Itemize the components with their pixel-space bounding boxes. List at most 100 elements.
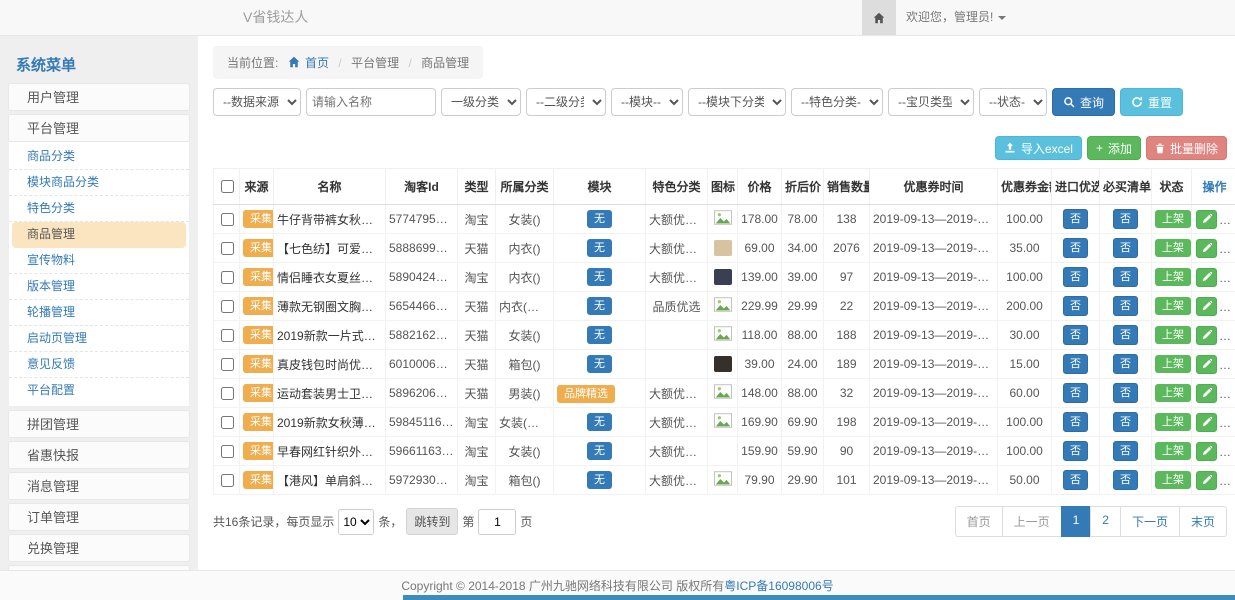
add-button[interactable]: + 添加 bbox=[1087, 136, 1141, 160]
module-badge: 无 bbox=[587, 471, 612, 489]
status-badge[interactable]: 上架 bbox=[1155, 413, 1191, 431]
jump-button[interactable]: 跳转到 bbox=[406, 508, 458, 535]
sidebar-item[interactable]: 模块商品分类 bbox=[9, 170, 189, 196]
row-checkbox[interactable] bbox=[221, 329, 234, 342]
import-select-toggle[interactable]: 否 bbox=[1063, 412, 1088, 432]
sidebar-section[interactable]: 消息管理 bbox=[8, 472, 190, 500]
sidebar-item[interactable]: 特色分类 bbox=[9, 196, 189, 222]
row-checkbox[interactable] bbox=[221, 474, 234, 487]
import-select-toggle[interactable]: 否 bbox=[1063, 209, 1088, 229]
page-button[interactable]: 1 bbox=[1061, 506, 1092, 537]
edit-button[interactable] bbox=[1196, 384, 1217, 403]
must-buy-toggle[interactable]: 否 bbox=[1113, 383, 1138, 403]
must-buy-toggle[interactable]: 否 bbox=[1113, 470, 1138, 490]
status-badge[interactable]: 上架 bbox=[1155, 239, 1191, 257]
row-checkbox[interactable] bbox=[221, 271, 234, 284]
status-badge[interactable]: 上架 bbox=[1155, 442, 1191, 460]
pencil-icon bbox=[1202, 388, 1212, 398]
icp-link[interactable]: 粤ICP备16098006号 bbox=[724, 577, 833, 594]
filter-select[interactable]: --模块-- bbox=[611, 88, 683, 116]
page-button[interactable]: 下一页 bbox=[1120, 506, 1180, 537]
filter-select[interactable]: --二级分类-- bbox=[526, 88, 606, 116]
select-all-checkbox[interactable] bbox=[221, 180, 234, 193]
sidebar-item[interactable]: 意见反馈 bbox=[9, 352, 189, 378]
import-select-toggle[interactable]: 否 bbox=[1063, 296, 1088, 316]
filter-select[interactable]: --状态-- bbox=[979, 88, 1047, 116]
product-type: 天猫 bbox=[458, 379, 496, 408]
home-button[interactable] bbox=[862, 0, 896, 35]
user-menu[interactable]: 欢迎您，管理员! bbox=[906, 0, 1006, 35]
must-buy-toggle[interactable]: 否 bbox=[1113, 412, 1138, 432]
import-select-toggle[interactable]: 否 bbox=[1063, 383, 1088, 403]
sidebar-section[interactable]: 兑换管理 bbox=[8, 534, 190, 562]
batch-delete-button[interactable]: 批量删除 bbox=[1146, 136, 1227, 160]
status-badge[interactable]: 上架 bbox=[1155, 471, 1191, 489]
must-buy-toggle[interactable]: 否 bbox=[1113, 325, 1138, 345]
row-checkbox[interactable] bbox=[221, 213, 234, 226]
must-buy-toggle[interactable]: 否 bbox=[1113, 354, 1138, 374]
edit-button[interactable] bbox=[1196, 413, 1217, 432]
edit-button[interactable] bbox=[1196, 326, 1217, 345]
search-button[interactable]: 查询 bbox=[1052, 88, 1115, 116]
edit-button[interactable] bbox=[1196, 471, 1217, 490]
page-button[interactable]: 2 bbox=[1090, 506, 1121, 537]
status-badge[interactable]: 上架 bbox=[1155, 384, 1191, 402]
sidebar-item[interactable]: 商品管理 bbox=[12, 222, 186, 248]
row-checkbox[interactable] bbox=[221, 242, 234, 255]
sidebar-item[interactable]: 商品分类 bbox=[9, 144, 189, 170]
sidebar-item[interactable]: 版本管理 bbox=[9, 274, 189, 300]
column-header: 淘客Id bbox=[386, 169, 458, 205]
sidebar-section[interactable]: 用户管理 bbox=[8, 83, 190, 111]
import-select-toggle[interactable]: 否 bbox=[1063, 267, 1088, 287]
sidebar-section[interactable]: 拼团管理 bbox=[8, 410, 190, 438]
status-badge[interactable]: 上架 bbox=[1155, 326, 1191, 344]
import-select-toggle[interactable]: 否 bbox=[1063, 354, 1088, 374]
per-page-select[interactable]: 10 bbox=[338, 509, 374, 535]
sidebar-section[interactable]: 省惠快报 bbox=[8, 441, 190, 469]
must-buy-toggle[interactable]: 否 bbox=[1113, 267, 1138, 287]
page-button[interactable]: 末页 bbox=[1179, 506, 1227, 537]
row-checkbox[interactable] bbox=[221, 387, 234, 400]
row-checkbox[interactable] bbox=[221, 416, 234, 429]
edit-button[interactable] bbox=[1196, 210, 1217, 229]
page-number-input[interactable] bbox=[478, 509, 516, 535]
edit-button[interactable] bbox=[1196, 297, 1217, 316]
status-badge[interactable]: 上架 bbox=[1155, 355, 1191, 373]
sidebar-section[interactable]: 平台管理 bbox=[8, 114, 190, 142]
edit-button[interactable] bbox=[1196, 239, 1217, 258]
import-select-toggle[interactable]: 否 bbox=[1063, 470, 1088, 490]
breadcrumb-home-link[interactable]: 首页 bbox=[305, 56, 329, 70]
status-badge[interactable]: 上架 bbox=[1155, 297, 1191, 315]
must-buy-toggle[interactable]: 否 bbox=[1113, 209, 1138, 229]
row-checkbox[interactable] bbox=[221, 445, 234, 458]
status-badge[interactable]: 上架 bbox=[1155, 210, 1191, 228]
sidebar-item[interactable]: 平台配置 bbox=[9, 378, 189, 404]
filter-select[interactable]: --数据来源-- bbox=[213, 88, 301, 116]
reset-button[interactable]: 重置 bbox=[1120, 88, 1183, 116]
sidebar-item[interactable]: 宣传物料 bbox=[9, 248, 189, 274]
filter-select[interactable]: --模块下分类-- bbox=[688, 88, 786, 116]
must-buy-toggle[interactable]: 否 bbox=[1113, 441, 1138, 461]
status-badge[interactable]: 上架 bbox=[1155, 268, 1191, 286]
edit-button[interactable] bbox=[1196, 268, 1217, 287]
filter-select[interactable]: --特色分类-- bbox=[791, 88, 883, 116]
import-excel-button[interactable]: 导入excel bbox=[995, 136, 1082, 160]
row-checkbox[interactable] bbox=[221, 358, 234, 371]
filter-select[interactable]: --宝贝类型-- bbox=[888, 88, 974, 116]
page-button[interactable]: 上一页 bbox=[1002, 506, 1062, 537]
import-select-toggle[interactable]: 否 bbox=[1063, 441, 1088, 461]
row-checkbox[interactable] bbox=[221, 300, 234, 313]
sidebar-section[interactable]: 订单管理 bbox=[8, 503, 190, 531]
sidebar-item[interactable]: 启动页管理 bbox=[9, 326, 189, 352]
import-select-toggle[interactable]: 否 bbox=[1063, 325, 1088, 345]
sidebar-item[interactable]: 轮播管理 bbox=[9, 300, 189, 326]
page-button[interactable]: 首页 bbox=[955, 506, 1003, 537]
edit-button[interactable] bbox=[1196, 442, 1217, 461]
name-search-input[interactable] bbox=[306, 88, 436, 116]
must-buy-toggle[interactable]: 否 bbox=[1113, 238, 1138, 258]
must-buy-toggle[interactable]: 否 bbox=[1113, 296, 1138, 316]
import-select-toggle[interactable]: 否 bbox=[1063, 238, 1088, 258]
edit-button[interactable] bbox=[1196, 355, 1217, 374]
filter-select[interactable]: 一级分类 bbox=[441, 88, 521, 116]
module-cell: 无 bbox=[554, 321, 646, 350]
